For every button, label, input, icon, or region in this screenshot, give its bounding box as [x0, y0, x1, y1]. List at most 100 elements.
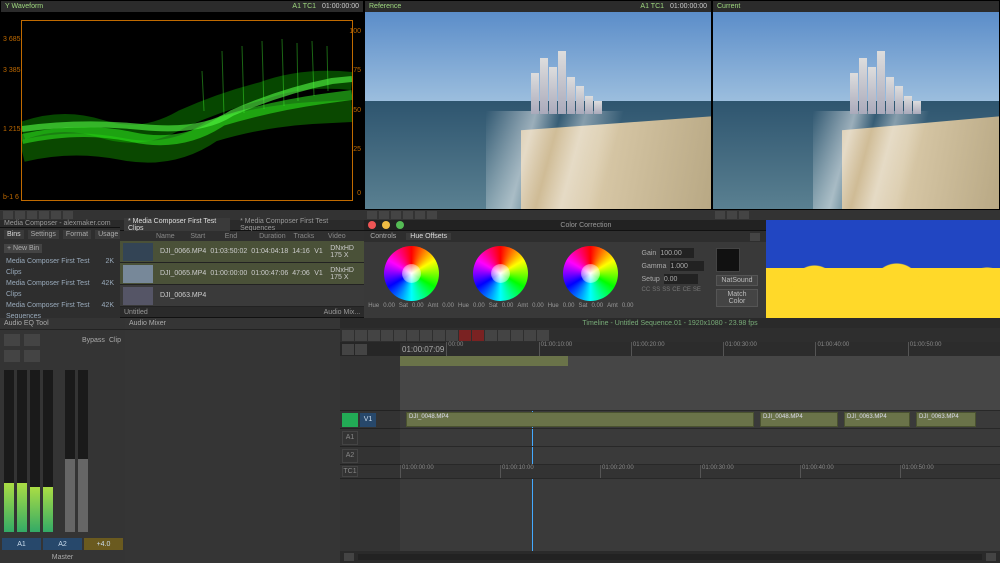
tool-button[interactable]	[446, 330, 458, 341]
ruler-tick[interactable]: 01:00:50:00	[908, 342, 1000, 356]
clips-tab[interactable]: * Media Composer First Test Clips	[124, 218, 230, 232]
a2-label[interactable]: A2	[342, 449, 358, 463]
midtones-wheel[interactable]: Hue0.00Sat0.00Amt0.00	[458, 246, 544, 314]
step-back-button[interactable]	[367, 211, 377, 219]
transport-button[interactable]	[403, 211, 413, 219]
setup-input[interactable]	[664, 274, 698, 284]
audio-mix-tab[interactable]: Audio Mix...	[324, 309, 361, 316]
track-gain-button[interactable]: +4.0	[84, 538, 123, 550]
gain-input[interactable]	[660, 248, 694, 258]
col-name[interactable]: Name	[156, 233, 190, 240]
track-a1-button[interactable]: A1	[2, 538, 41, 550]
tc1-label[interactable]: TC1	[342, 466, 358, 477]
clip-row[interactable]: DJI_0066.MP4 01:03:50:02 01:04:04:18 14:…	[120, 241, 364, 263]
col-duration[interactable]: Duration	[259, 233, 293, 240]
transport-button[interactable]	[415, 211, 425, 219]
a1-label[interactable]: A1	[342, 431, 358, 445]
bin-item[interactable]: Media Composer First Test Clips42K	[6, 278, 114, 300]
ruler-tick[interactable]: 00:00	[446, 342, 538, 356]
transport-button[interactable]	[3, 211, 13, 219]
tab-usage[interactable]: Usage	[95, 230, 121, 239]
tool-button[interactable]	[342, 330, 354, 341]
zoom-in-button[interactable]	[986, 553, 996, 561]
ruler-tick[interactable]: 01:00:30:00	[723, 342, 815, 356]
v1-label[interactable]: V1	[360, 413, 376, 427]
col-tracks[interactable]: Tracks	[294, 233, 328, 240]
video-clip[interactable]: DJI_0063.MP4	[844, 412, 910, 427]
col-start[interactable]: Start	[190, 233, 224, 240]
clip-row[interactable]: DJI_0063.MP4	[120, 285, 364, 307]
transport-button[interactable]	[15, 211, 25, 219]
track-a2-button[interactable]: A2	[43, 538, 82, 550]
cc-tab-controls[interactable]: Controls	[370, 233, 396, 240]
audio-fader[interactable]	[78, 370, 88, 532]
tool-button[interactable]	[368, 330, 380, 341]
tl-button[interactable]	[355, 344, 367, 355]
cc-scope[interactable]	[716, 248, 740, 272]
transport-button[interactable]	[63, 211, 73, 219]
ruler-tick[interactable]: 01:00:40:00	[815, 342, 907, 356]
eq-button[interactable]	[4, 350, 20, 362]
ruler-tick[interactable]: 01:00:10:00	[539, 342, 631, 356]
transport-button[interactable]	[739, 211, 749, 219]
new-bin-button[interactable]: + New Bin	[4, 244, 42, 253]
tool-button[interactable]	[394, 330, 406, 341]
transport-button[interactable]	[51, 211, 61, 219]
video-clip[interactable]: DJI_0048.MP4	[406, 412, 754, 427]
col-end[interactable]: End	[225, 233, 259, 240]
tab-bins[interactable]: Bins	[4, 230, 24, 239]
bypass-label[interactable]: Bypass	[82, 337, 105, 344]
current-monitor[interactable]	[713, 12, 999, 209]
natsound-button[interactable]: NatSound	[716, 275, 757, 286]
close-icon[interactable]	[368, 221, 376, 229]
tool-button[interactable]	[498, 330, 510, 341]
shadows-wheel[interactable]: Hue0.00Sat0.00Amt0.00	[368, 246, 454, 314]
tab-settings[interactable]: Settings	[28, 230, 59, 239]
tool-button[interactable]	[407, 330, 419, 341]
record-button[interactable]	[459, 330, 471, 341]
zoom-out-button[interactable]	[344, 553, 354, 561]
video-clip[interactable]: DJI_0063.MP4	[916, 412, 976, 427]
track-area[interactable]: DJI_0048.MP4 DJI_0048.MP4 DJI_0063.MP4 D…	[400, 356, 1000, 551]
transport-button[interactable]	[427, 211, 437, 219]
eq-button[interactable]	[24, 350, 40, 362]
gamma-input[interactable]	[670, 261, 704, 271]
eq-button[interactable]	[24, 334, 40, 346]
tl-button[interactable]	[342, 344, 354, 355]
minimize-icon[interactable]	[382, 221, 390, 229]
transport-button[interactable]	[39, 211, 49, 219]
transport-button[interactable]	[727, 211, 737, 219]
video-clip[interactable]: DJI_0048.MP4	[760, 412, 838, 427]
timeline-segment[interactable]	[400, 356, 568, 366]
step-fwd-button[interactable]	[391, 211, 401, 219]
audio-fader[interactable]	[65, 370, 75, 532]
waveform-scope[interactable]: 3 685 3 385 1 215 b-1 6 100 75 50 25 0	[1, 12, 363, 209]
tool-button[interactable]	[355, 330, 367, 341]
play-button[interactable]	[379, 211, 389, 219]
clips-tab[interactable]: * Media Composer First Test Sequences	[236, 218, 360, 232]
reference-monitor[interactable]	[365, 12, 711, 209]
expand-icon[interactable]	[750, 233, 760, 241]
timeline-timecode[interactable]: 01:00:07:09	[400, 343, 446, 355]
clip-label[interactable]: Clip	[109, 337, 121, 344]
ruler-tick[interactable]: 01:00:20:00	[631, 342, 723, 356]
overwrite-button[interactable]	[472, 330, 484, 341]
highlights-wheel[interactable]: Hue0.00Sat0.00Amt0.00	[548, 246, 634, 314]
cc-tab-hue[interactable]: Hue Offsets	[406, 233, 451, 240]
tool-button[interactable]	[524, 330, 536, 341]
clip-row[interactable]: DJI_0065.MP4 01:00:00:00 01:00:47:06 47:…	[120, 263, 364, 285]
track-selector[interactable]	[342, 413, 358, 427]
maximize-icon[interactable]	[396, 221, 404, 229]
eq-button[interactable]	[4, 334, 20, 346]
zoom-slider[interactable]	[358, 554, 982, 560]
match-color-button[interactable]: Match Color	[716, 289, 757, 307]
tool-button[interactable]	[537, 330, 549, 341]
transport-button[interactable]	[715, 211, 725, 219]
untitled-tab[interactable]: Untitled	[124, 309, 148, 316]
bin-item[interactable]: Media Composer First Test Clips2K	[6, 256, 114, 278]
tool-button[interactable]	[511, 330, 523, 341]
tool-button[interactable]	[433, 330, 445, 341]
program-monitor[interactable]	[766, 220, 1000, 318]
tool-button[interactable]	[420, 330, 432, 341]
col-video[interactable]: Video	[328, 233, 362, 240]
